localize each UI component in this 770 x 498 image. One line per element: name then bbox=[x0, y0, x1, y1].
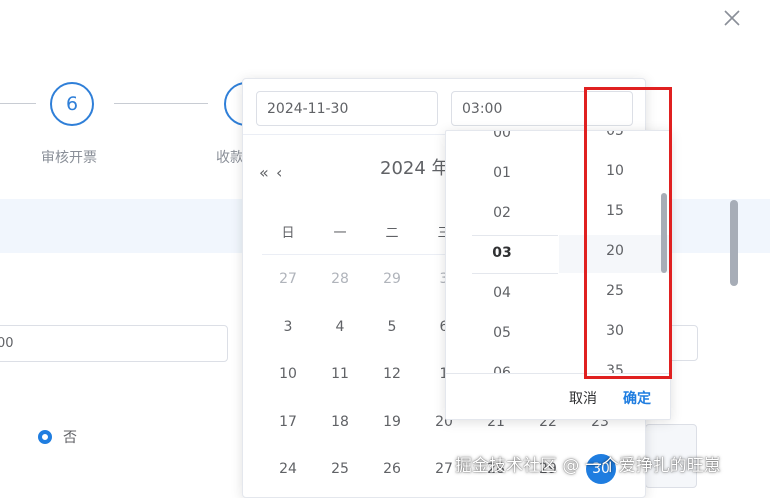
calendar-day[interactable]: 3 bbox=[268, 319, 308, 335]
calendar-day[interactable]: 18 bbox=[320, 414, 360, 430]
confirm-button[interactable]: 确定 bbox=[623, 388, 651, 408]
hour-option[interactable]: 02 bbox=[452, 205, 552, 221]
weekday-divider bbox=[262, 254, 452, 255]
selected-row-line bbox=[472, 273, 558, 274]
calendar-day[interactable]: 19 bbox=[372, 414, 412, 430]
prev-year-icon[interactable]: « bbox=[259, 163, 269, 182]
page-scrollbar[interactable] bbox=[730, 200, 738, 286]
hour-option-selected[interactable]: 03 bbox=[452, 245, 552, 261]
date-input[interactable]: 2024-11-30 bbox=[256, 91, 438, 126]
calendar-day[interactable]: 5 bbox=[372, 319, 412, 335]
weekday-label: 二 bbox=[385, 226, 399, 241]
calendar-day[interactable]: 25 bbox=[320, 461, 360, 477]
calendar-title: 2024 年 bbox=[380, 158, 450, 179]
step-connector bbox=[114, 103, 208, 104]
calendar-day[interactable]: 29 bbox=[372, 271, 412, 287]
prev-month-icon[interactable]: ‹ bbox=[276, 163, 282, 182]
calendar-day[interactable]: 28 bbox=[320, 271, 360, 287]
close-icon[interactable] bbox=[720, 6, 744, 30]
selected-row-line bbox=[472, 235, 558, 236]
radio-label: 否 bbox=[63, 430, 77, 446]
step-label: 审核开票 bbox=[41, 150, 97, 166]
calendar-day[interactable]: 17 bbox=[268, 414, 308, 430]
weekday-label: 日 bbox=[281, 226, 295, 241]
calendar-day[interactable]: 24 bbox=[268, 461, 308, 477]
watermark-text: 掘金技术社区 @ 一个爱挣扎的旺崽 bbox=[455, 456, 721, 476]
calendar-day[interactable]: 27 bbox=[268, 271, 308, 287]
hour-option[interactable]: 00 bbox=[452, 131, 552, 141]
calendar-day[interactable]: 10 bbox=[268, 366, 308, 382]
radio-button[interactable] bbox=[38, 430, 52, 444]
calendar-day[interactable]: 11 bbox=[320, 366, 360, 382]
step-label: 收款 bbox=[216, 150, 244, 166]
date-input-value: 2024-11-30 bbox=[267, 100, 349, 117]
form-input[interactable]: 00 bbox=[0, 325, 228, 362]
hour-option[interactable]: 01 bbox=[452, 165, 552, 181]
weekday-label: 一 bbox=[333, 226, 347, 241]
step-connector bbox=[0, 103, 36, 104]
calendar-day[interactable]: 26 bbox=[372, 461, 412, 477]
cancel-button[interactable]: 取消 bbox=[569, 388, 597, 408]
step-circle: 6 bbox=[50, 82, 94, 126]
time-input-value: 03:00 bbox=[462, 100, 503, 117]
form-input-value: 00 bbox=[0, 336, 14, 351]
hour-option[interactable]: 04 bbox=[452, 285, 552, 301]
step-number: 6 bbox=[65, 93, 79, 115]
highlight-annotation bbox=[584, 87, 672, 379]
hour-option[interactable]: 05 bbox=[452, 325, 552, 341]
calendar-day[interactable]: 12 bbox=[372, 366, 412, 382]
calendar-day[interactable]: 4 bbox=[320, 319, 360, 335]
